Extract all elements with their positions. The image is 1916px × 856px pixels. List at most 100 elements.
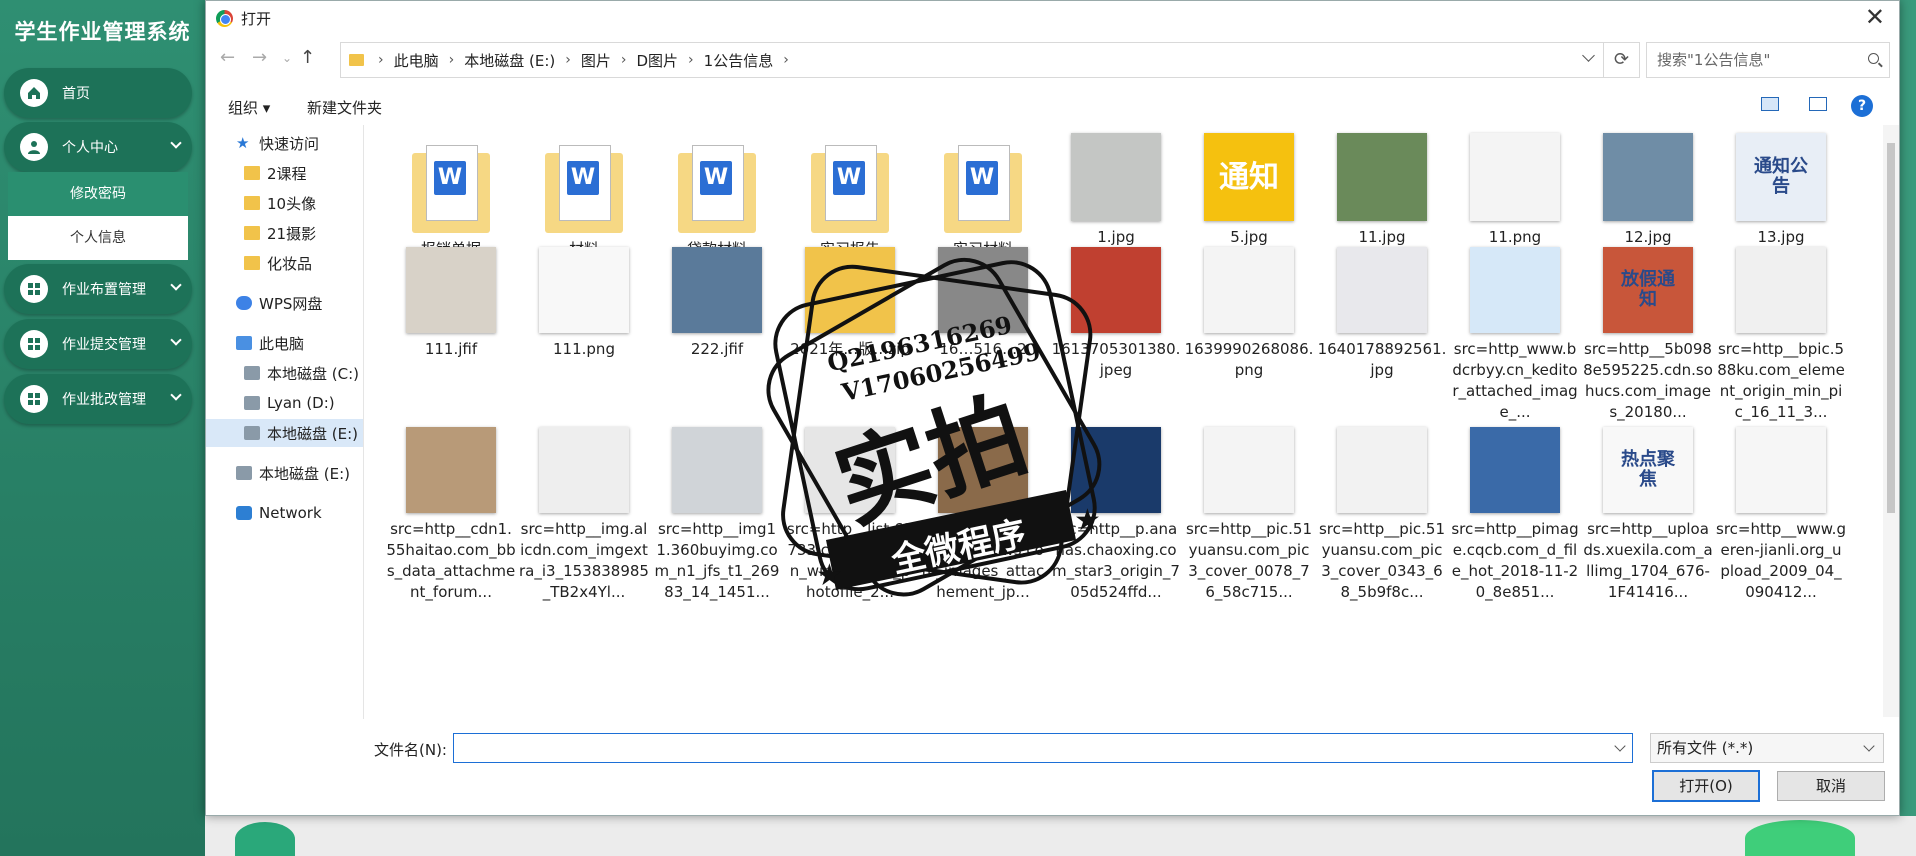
file-item[interactable]: 通知公告 13.jpg: [1716, 125, 1846, 248]
breadcrumb-item[interactable]: 此电脑: [394, 50, 439, 71]
file-name: src=http__www.geren-jianli.org_upload_20…: [1716, 520, 1846, 601]
forward-arrow-icon[interactable]: →: [252, 47, 267, 68]
file-name: 2021年…版…zip: [790, 340, 910, 358]
file-item[interactable]: 11.png: [1450, 125, 1580, 248]
nav-home[interactable]: 首页: [4, 68, 192, 118]
image-thumbnail: [1727, 405, 1835, 513]
tree-item-quick-access[interactable]: ★ 快速访问: [236, 129, 363, 157]
file-item[interactable]: 1.jpg: [1051, 125, 1181, 248]
drive-icon: [236, 466, 252, 480]
image-thumbnail: [530, 237, 638, 333]
file-item[interactable]: src=http__pic.51yuansu.com_pic3_cover_03…: [1317, 405, 1447, 603]
file-item[interactable]: 2021年…版…zip: [785, 237, 915, 360]
tree-item-drive-d[interactable]: Lyan (D:): [244, 389, 363, 417]
file-item[interactable]: 11.jpg: [1317, 125, 1447, 248]
organize-button[interactable]: 组织 ▾: [228, 97, 270, 118]
new-folder-button[interactable]: 新建文件夹: [307, 97, 382, 118]
image-thumbnail: 热点聚焦: [1594, 405, 1702, 513]
decoration-leaf: [235, 822, 295, 856]
filename-input[interactable]: [453, 733, 1633, 763]
image-thumbnail: [1461, 237, 1569, 333]
file-item[interactable]: 1640178892561.jpg: [1317, 237, 1447, 381]
tree-label: 本地磁盘 (C:): [267, 364, 359, 383]
image-thumbnail: [929, 237, 1037, 333]
file-item[interactable]: 222.jfif: [652, 237, 782, 360]
tree-item-folder[interactable]: 化妆品: [244, 249, 363, 277]
tree-item-folder[interactable]: 10头像: [244, 189, 363, 217]
recent-dropdown-icon[interactable]: ⌄: [282, 51, 292, 65]
file-item[interactable]: 16…516…2: [918, 237, 1048, 360]
filetype-select[interactable]: 所有文件 (*.*): [1650, 733, 1884, 763]
app-sidebar: 学生作业管理系统 首页 个人中心 修改密码 个人信息 作业布置管理 作业提交管理…: [0, 0, 205, 856]
file-item[interactable]: 放假通知 src=http__5b0988e595225.cdn.sohucs.c…: [1583, 237, 1713, 423]
nav-personal-center[interactable]: 个人中心: [4, 122, 192, 172]
tree-item-folder[interactable]: 2课程: [244, 159, 363, 187]
file-item[interactable]: src=http__cdn1.55haitao.com_bbs_data_att…: [386, 405, 516, 603]
image-thumbnail: [1062, 125, 1170, 221]
computer-icon: [236, 336, 252, 350]
vertical-scrollbar[interactable]: [1883, 125, 1899, 717]
nav-homework-assign[interactable]: 作业布置管理: [4, 264, 192, 314]
file-name: src=http__pic.51yuansu.com_pic3_cover_03…: [1318, 520, 1446, 601]
nav-label: 作业提交管理: [62, 337, 146, 353]
chevron-right-icon: ›: [620, 52, 627, 68]
breadcrumb-item[interactable]: D图片: [636, 50, 678, 71]
file-item[interactable]: 111.png: [519, 237, 649, 360]
file-item[interactable]: src=http__p.ananas.chaoxing.com_star3_or…: [1051, 405, 1181, 603]
file-item[interactable]: src=http__www.geren-jianli.org_upload_20…: [1716, 405, 1846, 603]
chevron-down-icon[interactable]: [1614, 740, 1626, 752]
file-item[interactable]: 1613705301380.jpeg: [1051, 237, 1181, 381]
image-thumbnail: [1328, 237, 1436, 333]
tree-item-wps-drive[interactable]: WPS网盘: [236, 289, 363, 317]
nav-homework-submit[interactable]: 作业提交管理: [4, 319, 192, 369]
file-item[interactable]: src=http__bpic.588ku.com_element_origin_…: [1716, 237, 1846, 423]
file-item[interactable]: src=http__pimage.cqcb.com_d_file_hot_201…: [1450, 405, 1580, 603]
scrollbar-thumb[interactable]: [1887, 143, 1895, 513]
file-item[interactable]: 111.jfif: [386, 237, 516, 360]
tree-item-drive-c[interactable]: 本地磁盘 (C:): [244, 359, 363, 387]
sub-item-change-password[interactable]: 修改密码: [8, 172, 188, 216]
tree-item-drive-e[interactable]: 本地磁盘 (E:): [236, 459, 363, 487]
tree-item-network[interactable]: Network: [236, 499, 363, 527]
file-item[interactable]: src=http__list.63733.com_z_plugin_windsp…: [785, 405, 915, 603]
file-item[interactable]: 热点聚焦 src=http__uploads.xuexila.com_allimg…: [1583, 405, 1713, 603]
breadcrumb-item[interactable]: 1公告信息: [704, 50, 774, 71]
search-input[interactable]: 搜索"1公告信息": [1646, 42, 1890, 78]
close-icon[interactable]: ✕: [1865, 5, 1885, 29]
breadcrumb-item[interactable]: 图片: [581, 50, 611, 71]
chevron-right-icon: ›: [448, 52, 455, 68]
file-name: 111.jfif: [424, 340, 478, 358]
tree-item-this-pc[interactable]: 此电脑: [236, 329, 363, 357]
open-button[interactable]: 打开(O): [1652, 770, 1760, 802]
chevron-down-icon: [170, 334, 182, 346]
tree-label: 本地磁盘 (E:): [267, 424, 359, 443]
image-thumbnail: [530, 405, 638, 513]
help-icon[interactable]: ?: [1851, 95, 1873, 117]
star-icon: ★: [236, 134, 250, 152]
up-arrow-icon[interactable]: ↑: [300, 47, 315, 68]
nav-homework-grade[interactable]: 作业批改管理: [4, 374, 192, 424]
cancel-button[interactable]: 取消: [1777, 771, 1885, 801]
tree-item-drive-e-selected[interactable]: 本地磁盘 (E:): [206, 419, 363, 447]
refresh-button[interactable]: ⟳: [1604, 42, 1640, 78]
view-options-icon[interactable]: [1761, 97, 1779, 111]
tree-label: 此电脑: [259, 334, 305, 353]
file-item[interactable]: 通知 5.jpg: [1184, 125, 1314, 248]
address-bar[interactable]: › 此电脑 › 本地磁盘 (E:) › 图片 › D图片 › 1公告信息 ›: [340, 42, 1604, 78]
file-item[interactable]: src=http__pic.51yuansu.com_pic3_cover_00…: [1184, 405, 1314, 603]
folder-icon: [349, 54, 364, 66]
sub-item-personal-info[interactable]: 个人信息: [8, 216, 188, 260]
tree-item-folder[interactable]: 21摄影: [244, 219, 363, 247]
file-item[interactable]: src=http__img11.360buyimg.com_n1_jfs_t1_…: [652, 405, 782, 603]
preview-pane-icon[interactable]: [1809, 97, 1827, 111]
chevron-down-icon[interactable]: [1582, 49, 1595, 62]
filetype-value: 所有文件 (*.*): [1657, 739, 1754, 757]
breadcrumb-item[interactable]: 本地磁盘 (E:): [464, 50, 555, 71]
file-item[interactable]: 1639990268086.png: [1184, 237, 1314, 381]
file-item[interactable]: 12.jpg: [1583, 125, 1713, 248]
file-item[interactable]: src=http_www.bdcrbyy.cn_keditor_attached…: [1450, 237, 1580, 423]
file-name: src=http__list.63733.com_z_plugin_windsp…: [786, 520, 914, 601]
file-item[interactable]: src=http__img.alicdn.com_imgextra_i3_153…: [519, 405, 649, 603]
file-item[interactable]: src=http__news.qingdaonews.com_images_at…: [918, 405, 1048, 603]
back-arrow-icon[interactable]: ←: [220, 47, 235, 68]
